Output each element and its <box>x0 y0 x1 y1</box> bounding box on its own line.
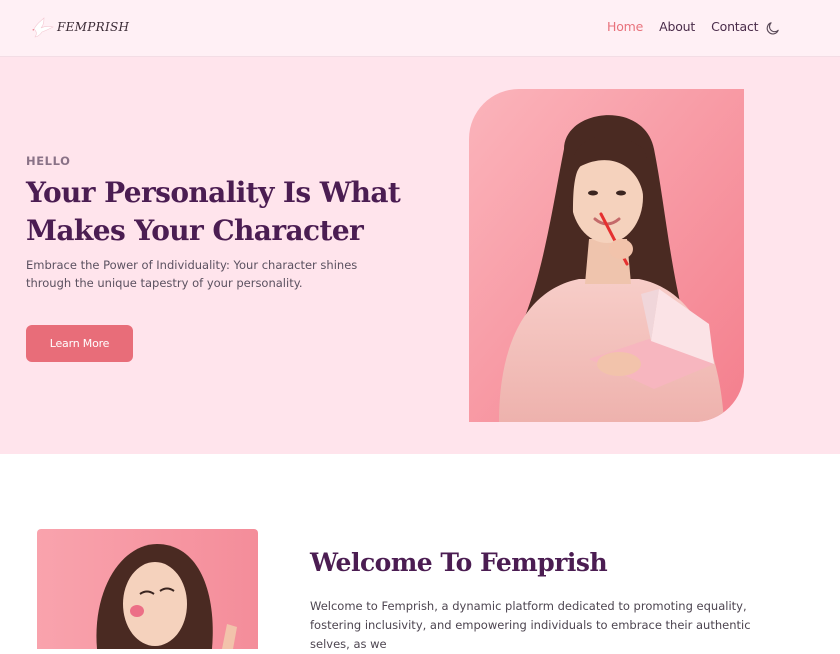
nav-link-contact[interactable]: Contact <box>711 19 758 34</box>
top-navbar: FEMPRISH Home About Contact <box>0 0 840 57</box>
welcome-text: Welcome to Femprish, a dynamic platform … <box>310 599 751 651</box>
hero-photo <box>469 89 744 422</box>
hero-title: Your Personality Is What Makes Your Char… <box>26 176 401 247</box>
learn-more-button[interactable]: Learn More <box>26 325 133 362</box>
main-nav: Home About Contact <box>607 19 774 34</box>
welcome-title: Welcome To Femprish <box>310 548 608 577</box>
moon-icon <box>766 22 779 35</box>
woman-blowing-kiss-illustration <box>37 529 258 649</box>
dove-logo-icon <box>32 17 54 38</box>
woman-holding-notebook-illustration <box>469 89 744 422</box>
nav-link-home[interactable]: Home <box>607 19 643 34</box>
theme-toggle-button[interactable] <box>764 20 781 37</box>
nav-link-about[interactable]: About <box>659 19 695 34</box>
brand-name: FEMPRISH <box>57 20 130 34</box>
brand-logo[interactable]: FEMPRISH <box>31 14 129 40</box>
welcome-photo <box>37 529 258 649</box>
hero-description: Embrace the Power of Individuality: Your… <box>26 258 358 290</box>
hero-kicker: HELLO <box>26 154 71 168</box>
hero-section: HELLO Your Personality Is What Makes You… <box>0 57 840 454</box>
